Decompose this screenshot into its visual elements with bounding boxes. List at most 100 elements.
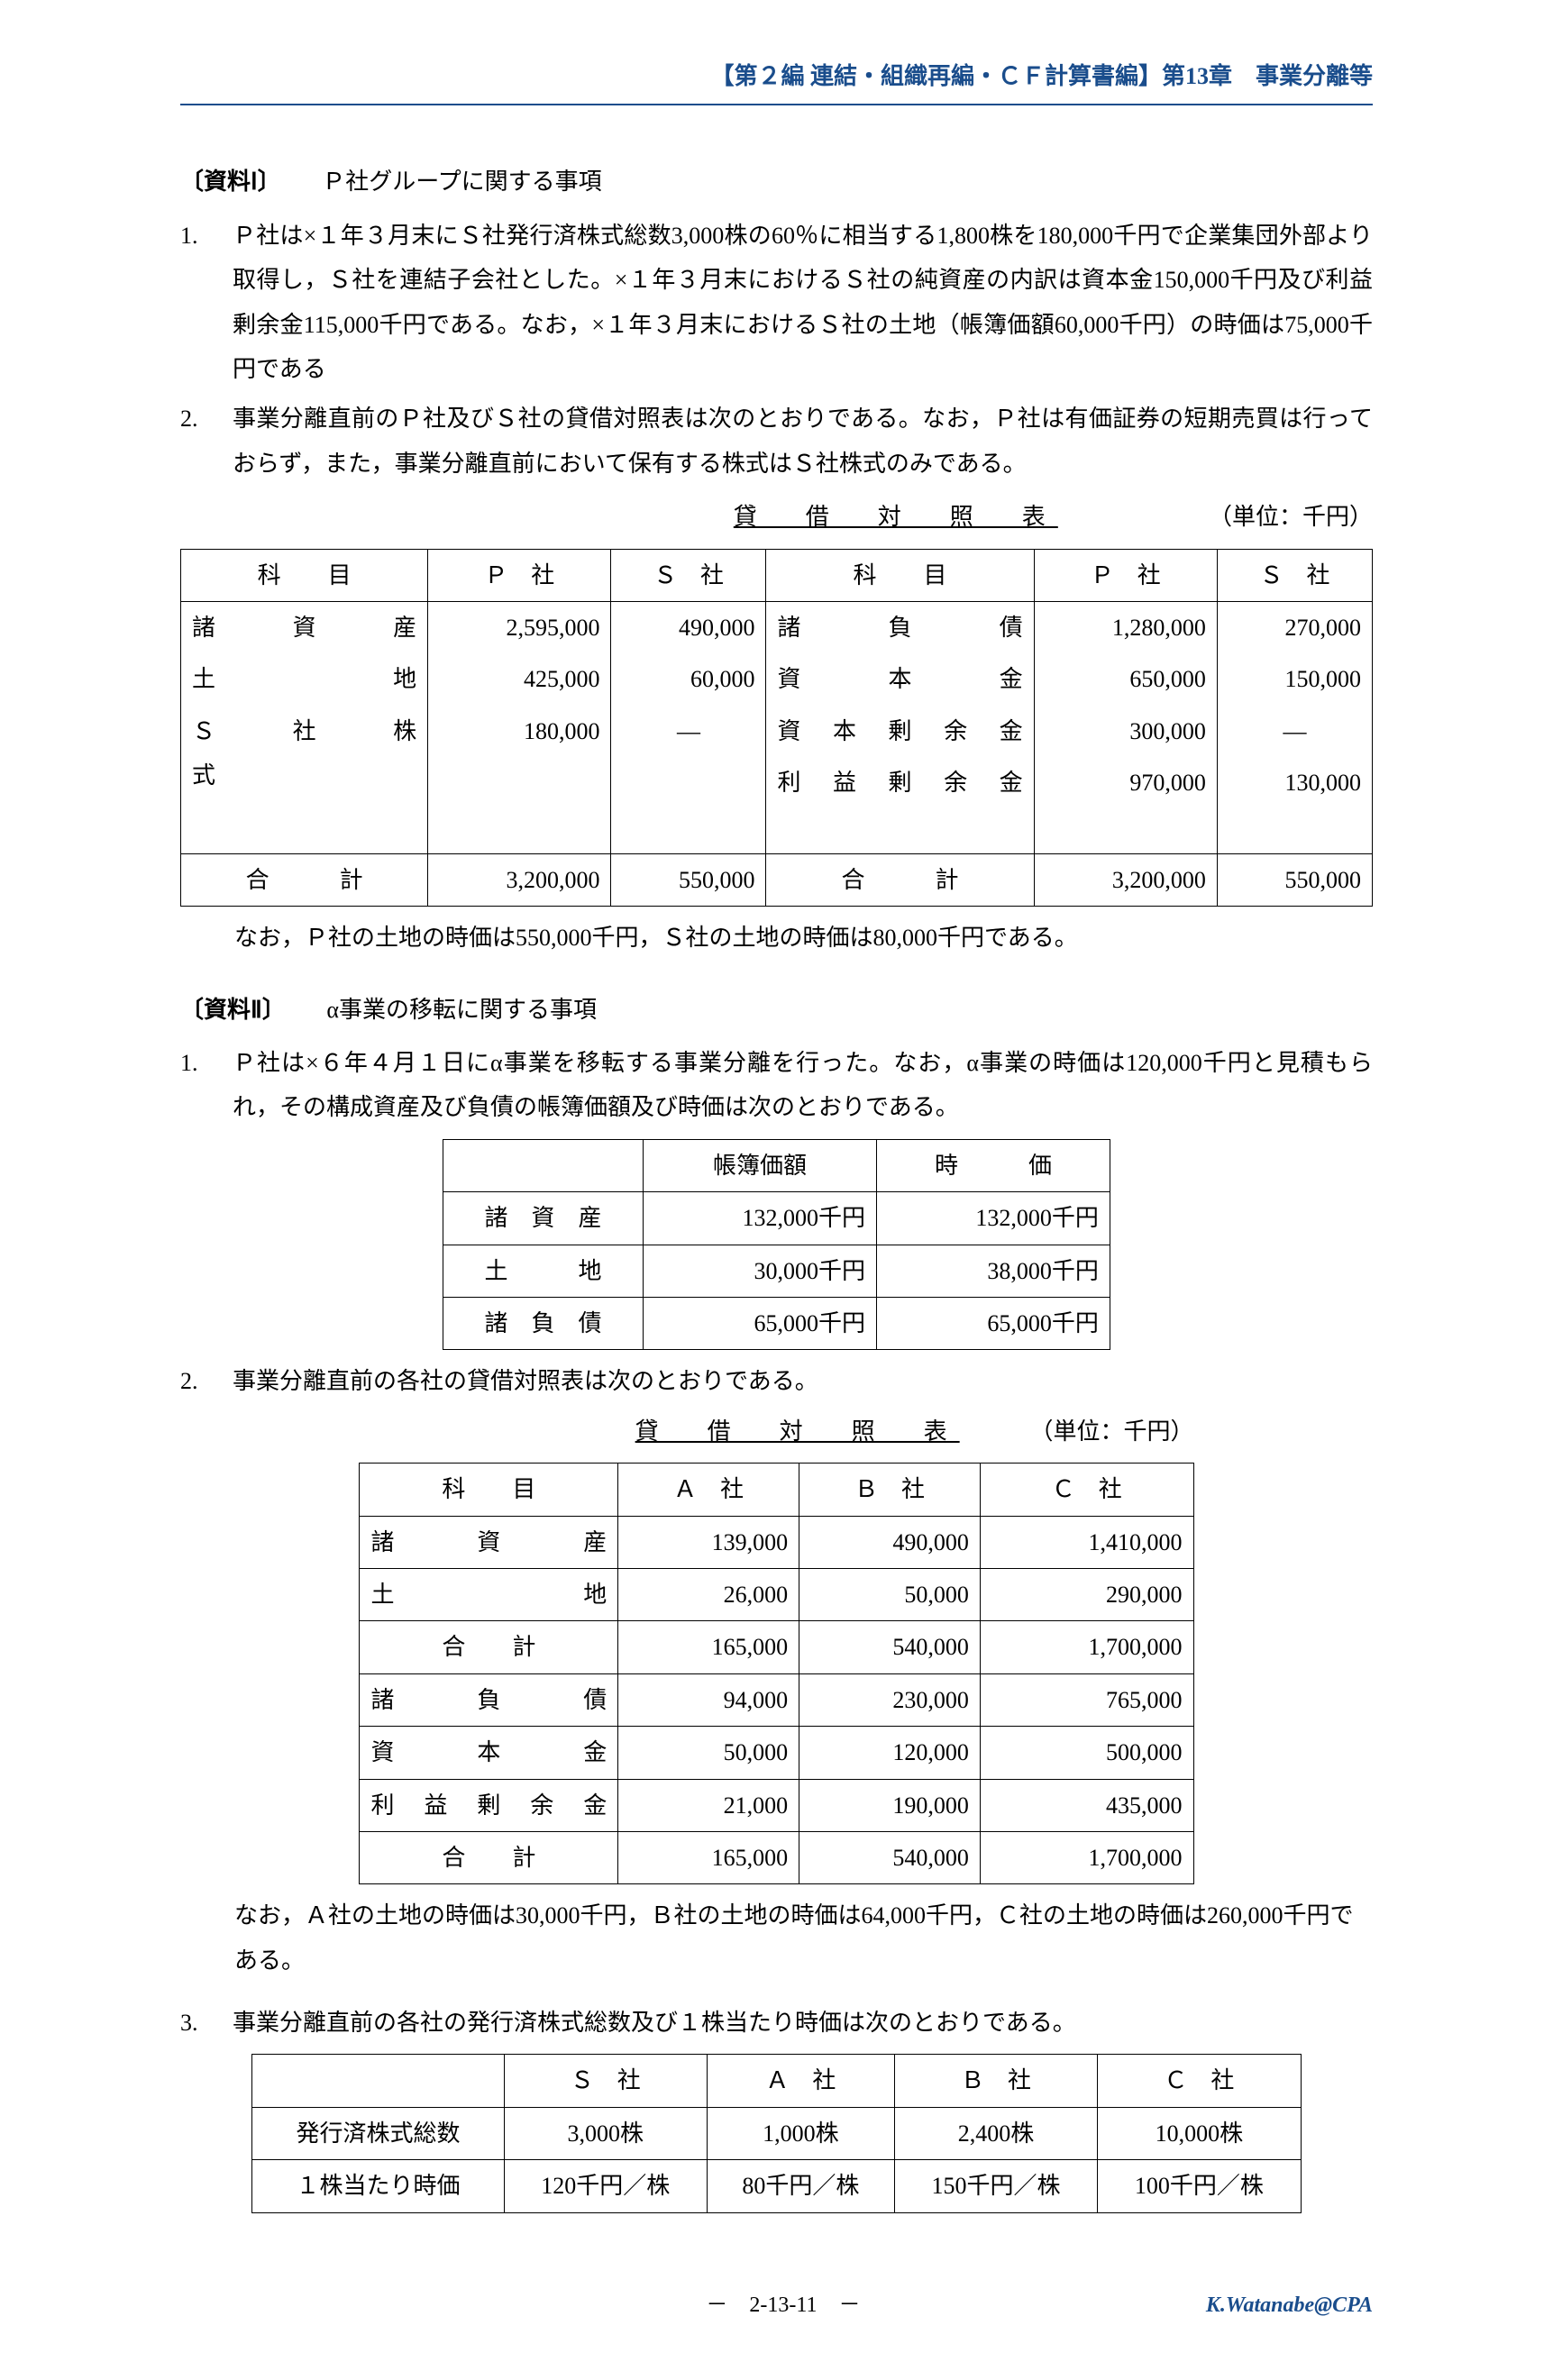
shares-table: Ｓ 社 Ａ 社 Ｂ 社 Ｃ 社 発行済株式総数 3,000株 1,000株 2,… — [251, 2054, 1301, 2212]
cell: 時 価 — [876, 1139, 1110, 1191]
section1-prefix: 〔資料Ⅰ〕 — [180, 169, 269, 195]
cell: 490,000 — [611, 602, 765, 653]
cell: 科 目 — [360, 1464, 618, 1516]
cell: 270,000 — [1218, 602, 1372, 653]
cell: 65,000千円 — [644, 1297, 877, 1349]
cell: 139,000 — [618, 1516, 799, 1568]
cell: 550,000 — [1217, 853, 1372, 906]
cell: 38,000千円 — [876, 1245, 1110, 1297]
list-text: 事業分離直前のＰ社及びＳ社の貸借対照表は次のとおりである。なお，Ｐ社は有価証券の… — [233, 397, 1373, 486]
cell: 120,000 — [799, 1727, 981, 1779]
cell: 3,000株 — [504, 2107, 707, 2159]
section2-title: 〔資料Ⅱ〕 α事業の移転に関する事項 — [180, 988, 1373, 1032]
page-footer: － 2-13-11 － K.Watanabe@CPA — [180, 2285, 1373, 2327]
cell: 資 本 剰 余 金 — [766, 706, 1033, 757]
cell: Ａ 社 — [707, 2055, 894, 2107]
cell: 2,595,000 — [428, 602, 610, 653]
cell: 帳簿価額 — [644, 1139, 877, 1191]
cell: 120千円／株 — [504, 2160, 707, 2212]
list-text: 事業分離直前の各社の貸借対照表は次のとおりである。 — [233, 1359, 1373, 1403]
cell: 425,000 — [428, 653, 610, 705]
list-num: 2. — [180, 1359, 216, 1403]
bs1-h-s: Ｓ 社 — [611, 549, 766, 601]
cell: 60,000 — [611, 653, 765, 705]
cell: 10,000株 — [1098, 2107, 1301, 2159]
section1-list: 1. Ｐ社は×１年３月末にＳ社発行済株式総数3,000株の60％に相当する1,8… — [180, 214, 1373, 486]
cell: Ａ 社 — [618, 1464, 799, 1516]
list-text: Ｐ社は×６年４月１日にα事業を移転する事業分離を行った。なお，α事業の時価は12… — [233, 1041, 1373, 1130]
cell: ― — [1218, 706, 1372, 757]
cell: 132,000千円 — [644, 1192, 877, 1245]
section2-note: なお，Ａ社の土地の時価は30,000千円，Ｂ社の土地の時価は64,000千円，Ｃ… — [234, 1893, 1373, 1983]
cell: 150,000 — [1218, 653, 1372, 705]
section2-title-text: α事業の移転に関する事項 — [326, 997, 597, 1023]
cell: 100千円／株 — [1098, 2160, 1301, 2212]
cell: 2,400株 — [894, 2107, 1097, 2159]
cell: 土 地 — [360, 1568, 618, 1620]
cell: 80千円／株 — [707, 2160, 894, 2212]
cell: 132,000千円 — [876, 1192, 1110, 1245]
cell: 合 計 — [360, 1831, 618, 1883]
cell: 諸 資 産 — [360, 1516, 618, 1568]
cell: 50,000 — [799, 1568, 981, 1620]
cell: 利 益 剰 余 金 — [360, 1779, 618, 1831]
cell: 合 計 — [766, 853, 1034, 906]
copyright: K.Watanabe@CPA — [1206, 2285, 1373, 2327]
cell: 435,000 — [980, 1779, 1193, 1831]
cell: 26,000 — [618, 1568, 799, 1620]
list-num: 3. — [180, 2001, 216, 2045]
alpha-table: 帳簿価額 時 価 諸 資 産 132,000千円 132,000千円 土 地 3… — [443, 1139, 1110, 1351]
section2-list: 1. Ｐ社は×６年４月１日にα事業を移転する事業分離を行った。なお，α事業の時価… — [180, 1041, 1373, 1130]
bs2-unit: （単位：千円） — [985, 1409, 1194, 1454]
cell: 1,000株 — [707, 2107, 894, 2159]
cell: 資 本 金 — [766, 653, 1033, 705]
cell: 300,000 — [1035, 706, 1217, 757]
bs1-table: 科 目 Ｐ 社 Ｓ 社 科 目 Ｐ 社 Ｓ 社 諸 資 産 土 地 Ｓ 社 株 … — [180, 549, 1373, 907]
cell: 165,000 — [618, 1621, 799, 1673]
cell: 土 地 — [443, 1245, 644, 1297]
cell: 230,000 — [799, 1673, 981, 1726]
list-text: Ｐ社は×１年３月末にＳ社発行済株式総数3,000株の60％に相当する1,800株… — [233, 214, 1373, 392]
cell: 発行済株式総数 — [252, 2107, 504, 2159]
cell: Ｃ 社 — [980, 1464, 1193, 1516]
list-num: 1. — [180, 214, 216, 392]
list-text: 事業分離直前の各社の発行済株式総数及び１株当たり時価は次のとおりである。 — [233, 2001, 1373, 2045]
cell: Ｓ 社 — [504, 2055, 707, 2107]
cell — [252, 2055, 504, 2107]
cell: 550,000 — [611, 853, 766, 906]
cell: 諸 資 産 — [181, 602, 427, 653]
bs2-caption: 貸 借 対 照 表 — [609, 1409, 985, 1454]
cell: 130,000 — [1218, 757, 1372, 808]
cell: 150千円／株 — [894, 2160, 1097, 2212]
section1-title-text: Ｐ社グループに関する事項 — [322, 169, 601, 195]
cell: 利 益 剰 余 金 — [766, 757, 1033, 808]
cell: 540,000 — [799, 1621, 981, 1673]
cell: 3,200,000 — [428, 853, 611, 906]
cell: Ｂ 社 — [799, 1464, 981, 1516]
bs1-unit: （単位：千円） — [1134, 495, 1373, 539]
page-header: 【第２編 連結・組織再編・ＣＦ計算書編】第13章 事業分離等 — [180, 54, 1373, 105]
cell: 970,000 — [1035, 757, 1217, 808]
cell: 1,700,000 — [980, 1621, 1193, 1673]
cell: ― — [611, 706, 765, 757]
cell: 合 計 — [360, 1621, 618, 1673]
cell: 500,000 — [980, 1727, 1193, 1779]
bs1-h-p2: Ｐ 社 — [1034, 549, 1217, 601]
cell: 290,000 — [980, 1568, 1193, 1620]
cell: 540,000 — [799, 1831, 981, 1883]
cell: 50,000 — [618, 1727, 799, 1779]
cell: 諸 負 債 — [443, 1297, 644, 1349]
bs1-h-s2: Ｓ 社 — [1217, 549, 1372, 601]
cell: 650,000 — [1035, 653, 1217, 705]
bs1-h-p: Ｐ 社 — [428, 549, 611, 601]
cell: 190,000 — [799, 1779, 981, 1831]
cell: １株当たり時価 — [252, 2160, 504, 2212]
cell: 30,000千円 — [644, 1245, 877, 1297]
cell: 94,000 — [618, 1673, 799, 1726]
cell: 490,000 — [799, 1516, 981, 1568]
section1-title: 〔資料Ⅰ〕 Ｐ社グループに関する事項 — [180, 160, 1373, 204]
cell: 1,280,000 — [1035, 602, 1217, 653]
bs1-caption: 貸 借 対 照 表 — [657, 495, 1134, 539]
bs1-h-right: 科 目 — [766, 549, 1034, 601]
cell: 21,000 — [618, 1779, 799, 1831]
